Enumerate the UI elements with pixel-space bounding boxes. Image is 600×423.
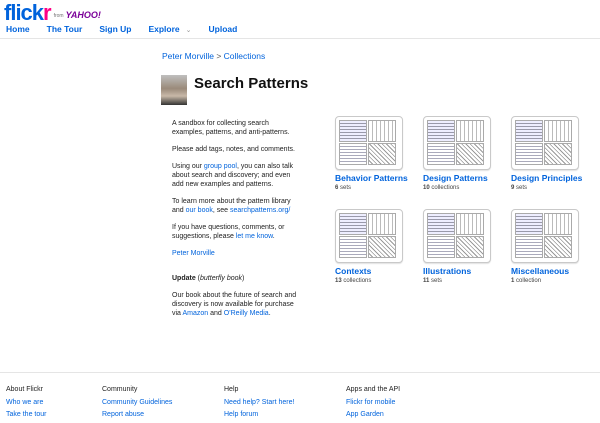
collection-count: 13 collections xyxy=(335,278,372,284)
group-pool-link[interactable]: group pool xyxy=(204,163,237,170)
collection-card[interactable]: Illustrations 11 sets xyxy=(423,209,507,284)
collection-title[interactable]: Behavior Patterns xyxy=(335,174,419,183)
collection-title[interactable]: Design Patterns xyxy=(423,174,507,183)
amazon-link[interactable]: Amazon xyxy=(183,310,209,317)
collection-thumbnail[interactable] xyxy=(423,209,491,263)
collection-card[interactable]: Behavior Patterns 6 sets xyxy=(335,116,419,191)
collection-title[interactable]: Contexts xyxy=(335,267,419,276)
nav-explore-label: Explore xyxy=(148,24,180,34)
footer-link[interactable]: Community Guidelines xyxy=(102,399,172,406)
collection-card[interactable]: Contexts 13 collections xyxy=(335,209,419,284)
collection-thumbnail[interactable] xyxy=(335,116,403,170)
nav-explore[interactable]: Explore ⌄ xyxy=(148,24,191,34)
footer-link[interactable]: App Garden xyxy=(346,411,400,418)
breadcrumb-separator: > xyxy=(213,51,224,61)
searchpatterns-link[interactable]: searchpatterns.org/ xyxy=(230,207,290,214)
footer-column-help: Help Need help? Start here! Help forum xyxy=(224,386,294,423)
desc-intro: A sandbox for collecting search examples… xyxy=(172,120,290,136)
footer-link[interactable]: Report abuse xyxy=(102,411,172,418)
footer-heading: Apps and the API xyxy=(346,386,401,393)
footer-heading: Community xyxy=(102,386,138,393)
footer-link[interactable]: Help forum xyxy=(224,411,294,418)
flickr-logo[interactable]: flickr from YAHOO! xyxy=(4,2,101,24)
nav-home[interactable]: Home xyxy=(6,24,30,34)
author-link[interactable]: Peter Morville xyxy=(172,250,215,257)
footer-link[interactable]: Need help? Start here! xyxy=(224,399,294,406)
breadcrumb-collections-link[interactable]: Collections xyxy=(224,51,266,61)
collection-thumbnail[interactable] xyxy=(335,209,403,263)
footer-column-community: Community Community Guidelines Report ab… xyxy=(102,386,172,423)
top-navigation: Home The Tour Sign Up Explore ⌄ Upload xyxy=(6,24,254,34)
yahoo-logo: YAHOO! xyxy=(65,10,101,20)
collection-count: 1 collection xyxy=(511,278,542,284)
let-me-know-link[interactable]: let me know xyxy=(236,233,273,240)
collection-count: 11 sets xyxy=(423,278,443,284)
desc-author: Peter Morville xyxy=(172,249,302,258)
desc-learn-more: To learn more about the pattern library … xyxy=(172,198,291,214)
collection-count: 6 sets xyxy=(335,185,352,191)
logo-wordmark: flickr xyxy=(4,0,52,25)
user-avatar[interactable] xyxy=(161,75,187,105)
collection-card[interactable]: Design Patterns 10 collections xyxy=(423,116,507,191)
oreilly-link[interactable]: O'Reilly Media xyxy=(224,310,269,317)
desc-group-pool: Using our group pool, you can also talk … xyxy=(172,163,294,188)
footer-link[interactable]: Take the tour xyxy=(6,411,46,418)
chevron-down-icon[interactable]: ⌄ xyxy=(186,27,192,34)
nav-sign-up[interactable]: Sign Up xyxy=(99,24,131,34)
nav-upload[interactable]: Upload xyxy=(209,24,238,34)
footer-column-apps: Apps and the API Flickr for mobile App G… xyxy=(346,386,400,423)
footer-divider xyxy=(0,372,600,373)
collection-thumbnail[interactable] xyxy=(511,209,579,263)
collection-thumbnail[interactable] xyxy=(423,116,491,170)
collection-title[interactable]: Illustrations xyxy=(423,267,507,276)
desc-book: Our book about the future of search and … xyxy=(172,292,297,317)
page-title: Search Patterns xyxy=(194,75,309,92)
header-divider xyxy=(0,38,600,39)
collection-description: A sandbox for collecting search examples… xyxy=(172,119,302,326)
collection-count: 10 collections xyxy=(423,185,460,191)
breadcrumb-user-link[interactable]: Peter Morville xyxy=(162,51,214,61)
desc-update-heading: Update (butterfly book) xyxy=(172,275,245,282)
collection-thumbnail[interactable] xyxy=(511,116,579,170)
footer-heading: Help xyxy=(224,386,239,393)
footer-column-about: About Flickr Who we are Take the tour xyxy=(6,386,46,423)
footer-heading: About Flickr xyxy=(6,386,43,393)
desc-tags: Please add tags, notes, and comments. xyxy=(172,146,295,153)
footer-link[interactable]: Flickr for mobile xyxy=(346,399,400,406)
nav-the-tour[interactable]: The Tour xyxy=(47,24,83,34)
collection-title[interactable]: Miscellaneous xyxy=(511,267,595,276)
desc-questions: If you have questions, comments, or sugg… xyxy=(172,224,285,240)
collection-card[interactable]: Design Principles 9 sets xyxy=(511,116,595,191)
breadcrumb: Peter Morville > Collections xyxy=(162,51,265,61)
collection-count: 9 sets xyxy=(511,185,528,191)
footer-link[interactable]: Who we are xyxy=(6,399,46,406)
our-book-link[interactable]: our book xyxy=(186,207,213,214)
collection-title[interactable]: Design Principles xyxy=(511,174,595,183)
logo-from-text: from xyxy=(53,13,64,19)
collection-card[interactable]: Miscellaneous 1 collection xyxy=(511,209,595,284)
